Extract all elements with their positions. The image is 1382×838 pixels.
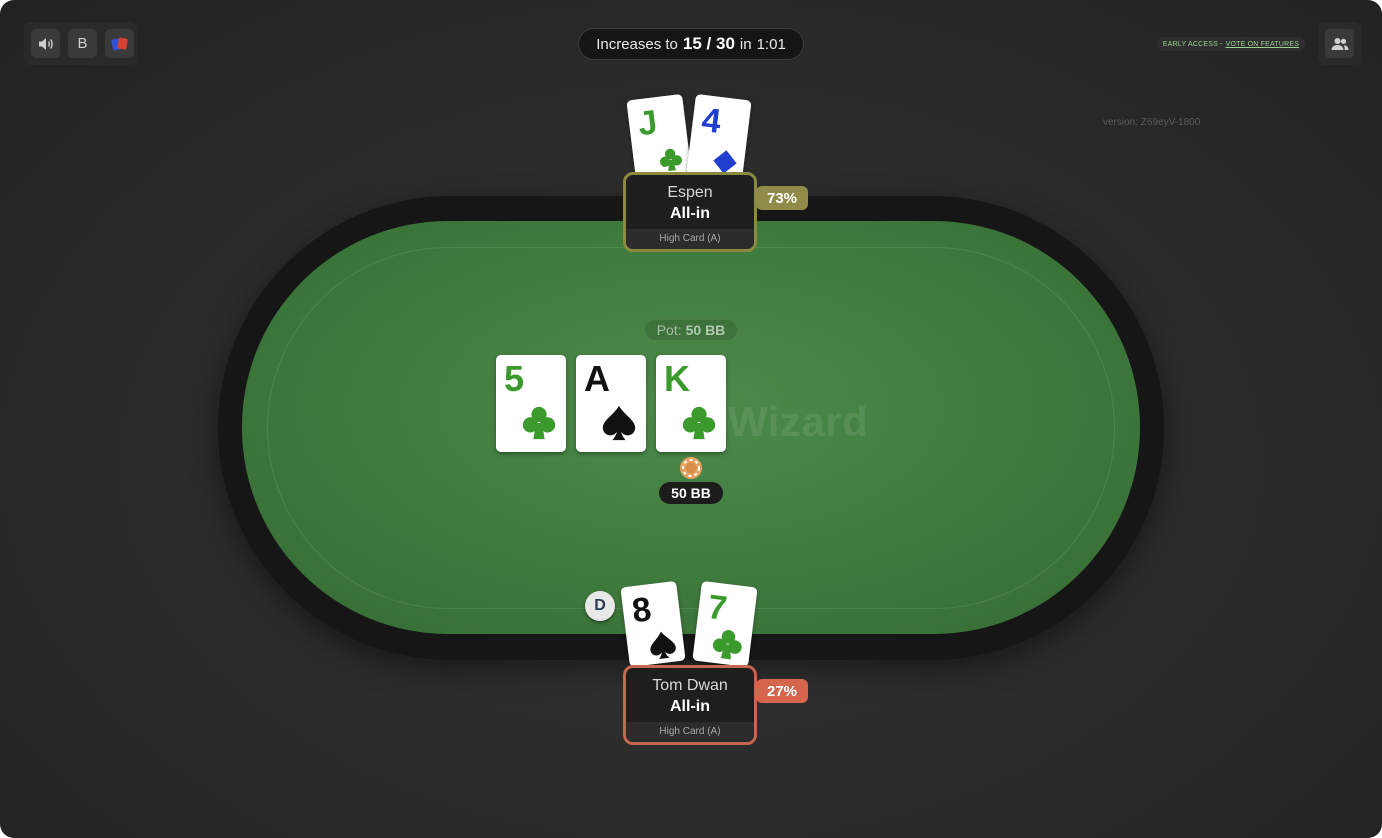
players-panel-button[interactable]	[1325, 29, 1354, 58]
chip-icon	[680, 457, 702, 479]
spade-icon	[650, 631, 676, 660]
player-name: Espen	[667, 184, 713, 201]
timer-prefix: Increases to	[596, 35, 678, 53]
sound-button[interactable]	[31, 29, 60, 58]
deck-style-button[interactable]	[105, 29, 134, 58]
player-seat-bottom[interactable]: Tom Dwan All-in High Card (A)	[623, 665, 757, 745]
board-card-1: 5	[496, 355, 566, 452]
board-display-button[interactable]: B	[68, 29, 97, 58]
card-rank: K	[664, 358, 690, 399]
players-panel-container	[1318, 22, 1361, 65]
four-color-deck-icon	[110, 37, 128, 50]
top-left-toolbar: B	[24, 22, 137, 65]
early-access-label: EARLY ACCESS -	[1162, 40, 1223, 48]
card-rank: 5	[504, 358, 525, 399]
player-status: All-in	[670, 698, 710, 715]
player-hand-rank: High Card (A)	[626, 229, 754, 249]
blind-increase-timer: Increases to 15 / 30 in 1:01	[578, 28, 804, 60]
timer-blinds: 15 / 30	[682, 34, 735, 53]
speaker-icon	[38, 37, 53, 50]
card-rank: 8	[629, 590, 654, 631]
card-rank: 7	[705, 587, 730, 628]
timer-countdown: 1:01	[756, 35, 786, 53]
player-name: Tom Dwan	[652, 677, 728, 694]
player-bottom-card-2: 7	[692, 580, 758, 668]
equity-badge: 27%	[756, 679, 808, 703]
player-top-card-1: J	[626, 93, 692, 181]
vote-on-features-link[interactable]: VOTE ON FEATURES	[1226, 41, 1299, 48]
version-label: version: Z69eyV-1800	[1103, 117, 1201, 128]
pot-label: Pot:	[656, 322, 682, 338]
board-display-label: B	[77, 35, 88, 52]
table-watermark: Wizard	[728, 398, 869, 445]
pot-value: 50 BB	[685, 322, 726, 338]
player-status: All-in	[670, 205, 710, 222]
board-card-3: K	[656, 355, 726, 452]
users-icon	[1331, 37, 1348, 50]
board-card-2: A	[576, 355, 646, 452]
pot-display: Pot: 50 BB	[644, 319, 738, 341]
dealer-button: D	[585, 591, 615, 621]
timer-in-label: in	[739, 35, 752, 53]
bet-amount: 50 BB	[659, 482, 723, 504]
club-icon	[660, 148, 683, 172]
equity-badge: 73%	[756, 186, 808, 210]
player-hand-rank: High Card (A)	[626, 722, 754, 742]
card-rank: A	[584, 358, 610, 399]
club-icon	[712, 630, 742, 660]
player-seat-top[interactable]: Espen All-in High Card (A)	[623, 172, 757, 252]
club-icon	[522, 406, 556, 440]
card-rank: J	[635, 103, 660, 144]
game-window: B Increases to 15 / 30 in 1:01 EARLY ACC…	[0, 0, 1382, 838]
early-access-badge: EARLY ACCESS - VOTE ON FEATURES	[1157, 37, 1305, 51]
player-top-card-2: 4	[686, 93, 752, 181]
player-bottom-card-1: 8	[620, 580, 686, 668]
club-icon	[682, 406, 716, 440]
spade-icon	[602, 405, 636, 441]
card-rank: 4	[699, 100, 724, 141]
